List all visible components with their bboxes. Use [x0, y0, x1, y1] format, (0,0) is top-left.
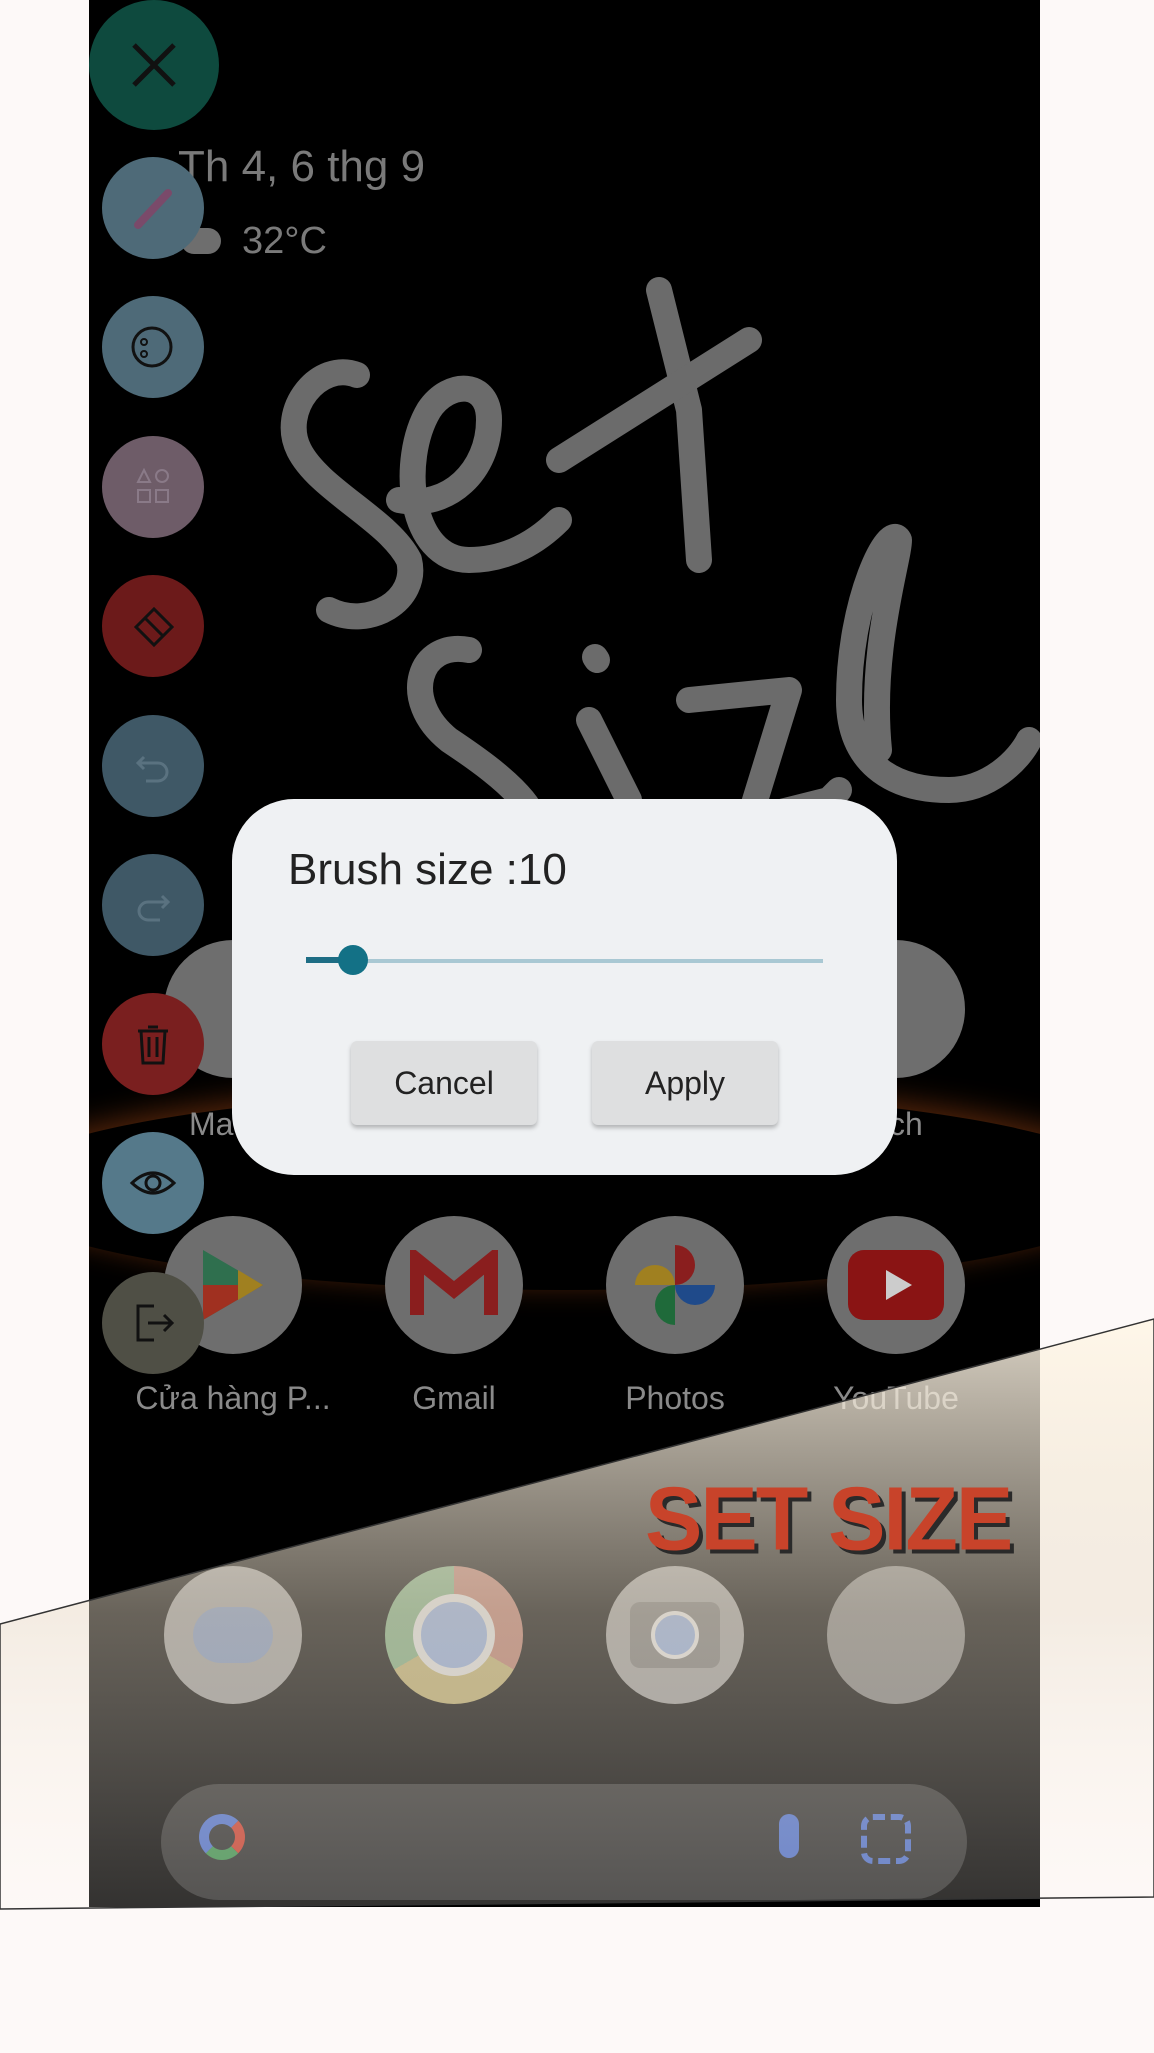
exit-button[interactable]: [102, 1272, 204, 1374]
eraser-button[interactable]: [102, 575, 204, 677]
eraser-icon: [133, 606, 175, 648]
dock-messages-icon[interactable]: [164, 1566, 302, 1704]
set-size-caption: SET SIZE: [645, 1468, 1013, 1570]
stroke-t2: [546, 327, 762, 473]
stroke-e: [386, 375, 572, 573]
brush-size-slider-thumb[interactable]: [338, 945, 368, 975]
brush-size-slider-track[interactable]: [306, 959, 823, 963]
undo-icon: [135, 755, 169, 783]
app-label-photos: Photos: [625, 1380, 725, 1416]
trash-icon: [138, 1025, 168, 1065]
stroke-i-dot: [582, 644, 610, 673]
brush-button[interactable]: [102, 157, 204, 259]
preview-button[interactable]: [102, 1132, 204, 1234]
brush-icon: [134, 189, 172, 229]
redo-icon: [137, 894, 171, 922]
app-label-play-store: Cửa hàng P...: [135, 1380, 331, 1416]
palette-icon: [131, 326, 173, 368]
app-photos-icon[interactable]: [606, 1216, 744, 1354]
palette-button[interactable]: [102, 296, 204, 398]
eye-icon: [129, 1171, 177, 1195]
shapes-icon: [136, 467, 169, 503]
google-g-icon: [199, 1814, 245, 1860]
microphone-icon[interactable]: [779, 1814, 799, 1858]
dialog-title: Brush size :10: [288, 845, 567, 894]
redo-button[interactable]: [102, 854, 204, 956]
google-lens-icon[interactable]: [861, 1814, 911, 1864]
close-icon: [132, 43, 176, 87]
cancel-button[interactable]: Cancel: [351, 1041, 537, 1125]
close-button[interactable]: [89, 0, 219, 130]
google-search-bar[interactable]: [161, 1784, 967, 1900]
app-label-gmail: Gmail: [412, 1380, 496, 1416]
undo-button[interactable]: [102, 715, 204, 817]
app-label-search: ch: [889, 1106, 923, 1142]
apply-button[interactable]: Apply: [592, 1041, 778, 1125]
stroke-l: [836, 524, 1040, 803]
app-youtube-icon[interactable]: [827, 1216, 965, 1354]
app-gmail-icon[interactable]: [385, 1216, 523, 1354]
shapes-button[interactable]: [102, 436, 204, 538]
exit-icon: [136, 1304, 175, 1342]
stroke-t1: [646, 277, 712, 573]
brush-size-dialog: Brush size :10 Cancel Apply: [232, 799, 897, 1175]
dock-camera-icon[interactable]: [606, 1566, 744, 1704]
dock-chrome-icon[interactable]: [385, 1566, 523, 1704]
delete-button[interactable]: [102, 993, 204, 1095]
dock-phone-chrome-folder-icon[interactable]: [827, 1566, 965, 1704]
app-label-youtube: YouTube: [833, 1380, 959, 1416]
stroke-i: [576, 707, 642, 813]
